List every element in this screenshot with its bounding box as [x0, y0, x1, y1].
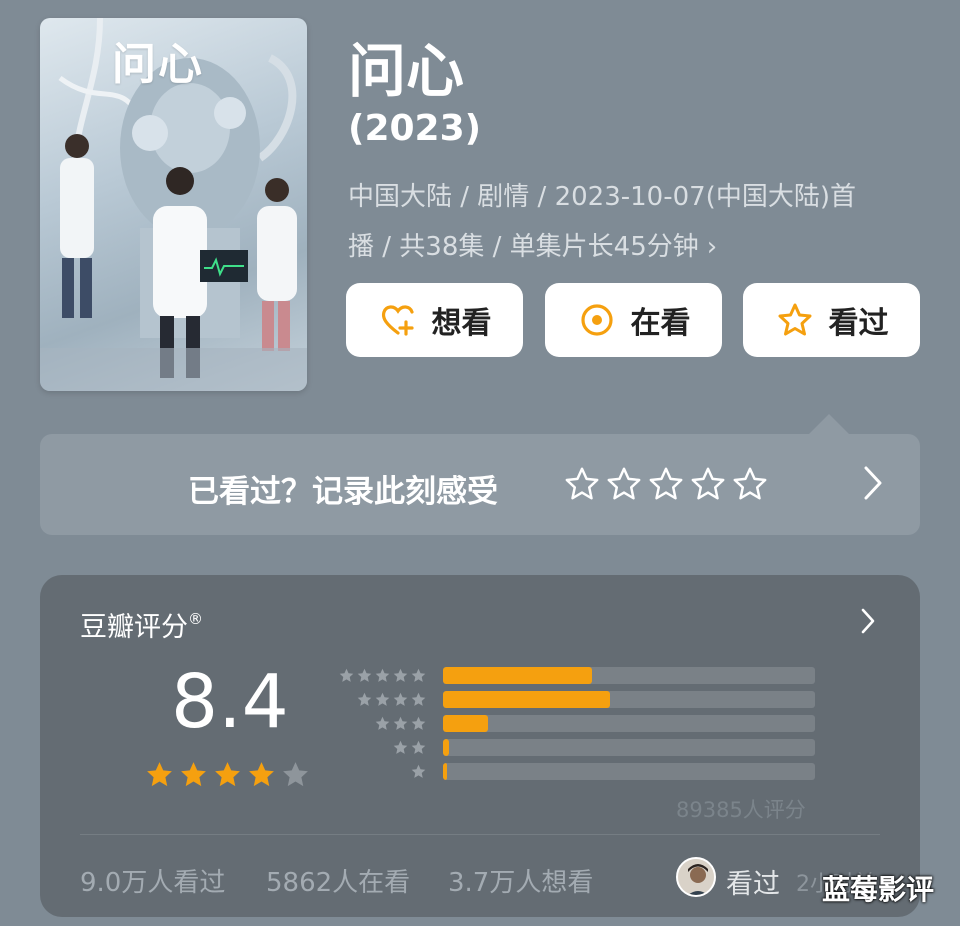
- rating-input-stars[interactable]: [563, 465, 769, 503]
- distribution-stars: [338, 667, 427, 684]
- want-button[interactable]: 想看: [346, 283, 523, 357]
- watching-label: 在看: [630, 306, 691, 341]
- filled-star-icon: [215, 762, 240, 787]
- grey-star-icon: [411, 668, 426, 682]
- filled-star-icon: [181, 762, 206, 787]
- watermark-text: 蓝莓影评: [822, 873, 935, 906]
- meta-line-2: 播 / 共38集 / 单集片长45分钟 ›: [348, 222, 893, 272]
- distribution-bar: [443, 691, 611, 708]
- distribution-bar: [443, 715, 488, 732]
- empty-star-icon[interactable]: [605, 465, 643, 503]
- grey-star-icon: [375, 668, 390, 682]
- distribution-track: [443, 715, 815, 732]
- divider: [80, 834, 880, 835]
- chevron-right-icon: [864, 466, 882, 500]
- rating-label: 豆瓣评分®: [80, 605, 203, 644]
- star-outline-icon: [778, 303, 811, 336]
- grey-star-icon: [357, 668, 372, 682]
- meta-line-1: 中国大陆 / 剧情 / 2023-10-07(中国大陆)首: [348, 182, 856, 212]
- grey-star-icon: [393, 692, 408, 706]
- info-meta[interactable]: 中国大陆 / 剧情 / 2023-10-07(中国大陆)首 播 / 共38集 /…: [348, 172, 893, 272]
- rate-prompt-text: 已看过？记录此刻感受: [188, 474, 498, 510]
- rating-label-text: 豆瓣评分: [80, 612, 188, 643]
- score-stars: [144, 759, 311, 790]
- rate-prompt-bar[interactable]: 已看过？记录此刻感受: [40, 434, 920, 535]
- distribution-track: [443, 763, 815, 780]
- watched-count[interactable]: 9.0万人看过: [80, 862, 225, 899]
- grey-star-icon: [375, 692, 390, 706]
- unfilled-star-icon: [283, 762, 308, 787]
- distribution-track: [443, 739, 815, 756]
- grey-star-icon: [411, 764, 426, 778]
- distribution-stars: [356, 691, 427, 708]
- want-count[interactable]: 3.7万人想看: [448, 862, 593, 899]
- chevron-right-icon: [861, 608, 875, 634]
- distribution-track: [443, 667, 815, 684]
- registered-mark: ®: [188, 610, 203, 628]
- grey-star-icon: [375, 716, 390, 730]
- douban-rating-card[interactable]: 豆瓣评分® 8.4 89385人评分 9.0万人看过 5862人在看 3.7万人…: [40, 575, 920, 917]
- friend-status: 看过: [726, 869, 780, 900]
- grey-star-icon: [411, 692, 426, 706]
- bubble-pointer: [809, 414, 849, 434]
- page-title: 问心: [348, 37, 465, 105]
- distribution-row-4: [335, 687, 815, 711]
- distribution-bar: [443, 763, 447, 780]
- grey-star-icon: [393, 668, 408, 682]
- filled-star-icon: [249, 762, 274, 787]
- distribution-row-5: [335, 663, 815, 687]
- watching-button[interactable]: 在看: [545, 283, 722, 357]
- target-circle-icon: [580, 304, 613, 336]
- watched-label: 看过: [828, 306, 889, 341]
- chevron-right-icon: ›: [706, 232, 718, 262]
- empty-star-icon[interactable]: [689, 465, 727, 503]
- grey-star-icon: [411, 716, 426, 730]
- empty-star-icon[interactable]: [563, 465, 601, 503]
- grey-star-icon: [357, 692, 372, 706]
- watching-count[interactable]: 5862人在看: [266, 862, 410, 899]
- want-label: 想看: [431, 306, 492, 341]
- poster-image[interactable]: 问心: [40, 18, 307, 391]
- grey-star-icon: [393, 740, 408, 754]
- avatar[interactable]: [676, 857, 716, 897]
- distribution-row-3: [335, 711, 815, 735]
- grey-star-icon: [339, 668, 354, 682]
- distribution-track: [443, 691, 815, 708]
- distribution-row-2: [335, 735, 815, 759]
- empty-star-icon[interactable]: [731, 465, 769, 503]
- distribution-stars: [392, 739, 427, 756]
- filled-star-icon: [147, 762, 172, 787]
- grey-star-icon: [393, 716, 408, 730]
- distribution-stars: [410, 763, 427, 780]
- meta-line-2-text: 播 / 共38集 / 单集片长45分钟: [348, 232, 699, 262]
- distribution-bar: [443, 667, 592, 684]
- watched-button[interactable]: 看过: [743, 283, 920, 357]
- avatar-image: [678, 859, 714, 895]
- rating-count: 89385人评分: [676, 798, 806, 822]
- distribution-bar: [443, 739, 449, 756]
- distribution-stars: [374, 715, 427, 732]
- heart-plus-icon: [381, 305, 414, 336]
- rating-score: 8.4: [171, 659, 289, 745]
- poster-title: 问心: [112, 39, 204, 90]
- grey-star-icon: [411, 740, 426, 754]
- empty-star-icon[interactable]: [647, 465, 685, 503]
- distribution-row-1: [335, 759, 815, 783]
- release-year: (2023): [348, 108, 482, 149]
